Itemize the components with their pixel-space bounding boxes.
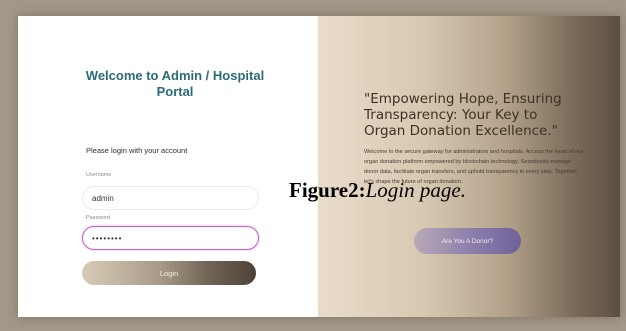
username-label: Username bbox=[86, 172, 112, 178]
caption-text: Login page. bbox=[365, 178, 466, 202]
login-button[interactable]: Login bbox=[82, 261, 256, 285]
login-card: Welcome to Admin / Hospital Portal Pleas… bbox=[18, 16, 620, 317]
password-input[interactable] bbox=[82, 226, 259, 250]
page-title: Welcome to Admin / Hospital Portal bbox=[85, 68, 265, 99]
login-prompt: Please login with your account bbox=[86, 146, 188, 155]
promo-panel: "Empowering Hope, Ensuring Transparency:… bbox=[318, 16, 620, 317]
are-you-a-donor-button[interactable]: Are You A Donor? bbox=[414, 228, 521, 254]
caption-label: Figure2: bbox=[289, 178, 366, 202]
password-label: Password bbox=[86, 215, 111, 221]
username-input[interactable] bbox=[82, 186, 259, 210]
figure-caption: Figure2:Login page. bbox=[289, 178, 466, 203]
login-panel: Welcome to Admin / Hospital Portal Pleas… bbox=[18, 16, 318, 317]
promo-headline: "Empowering Hope, Ensuring Transparency:… bbox=[364, 91, 562, 139]
